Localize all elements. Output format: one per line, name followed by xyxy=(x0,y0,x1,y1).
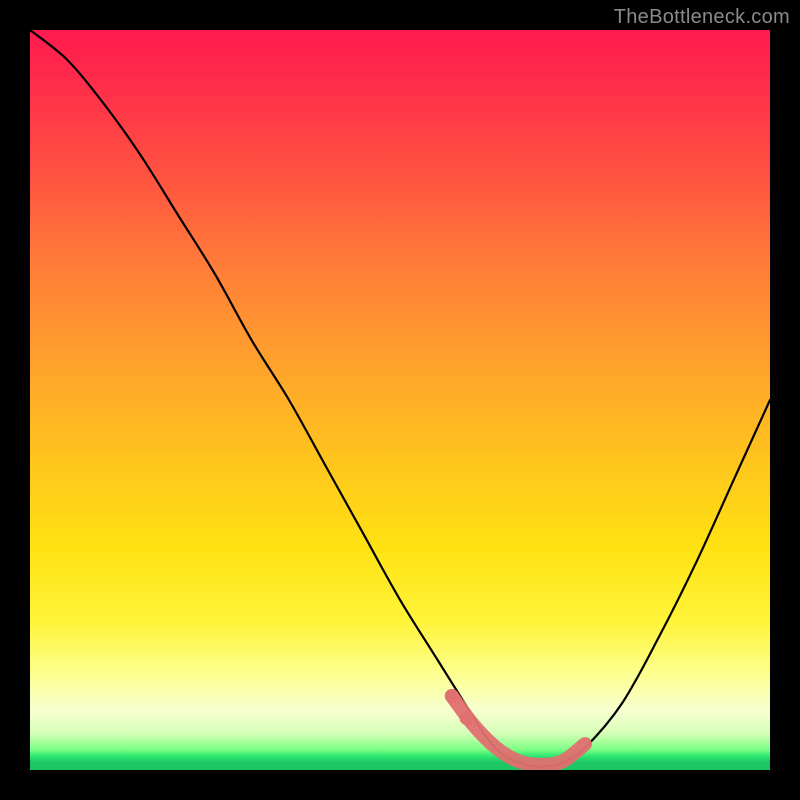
marker-dot xyxy=(460,711,474,725)
chart-frame: TheBottleneck.com xyxy=(0,0,800,800)
chart-svg xyxy=(30,30,770,770)
plot-area xyxy=(30,30,770,770)
watermark-text: TheBottleneck.com xyxy=(614,6,790,29)
marker-dot xyxy=(445,689,459,703)
optimal-zone-marker xyxy=(452,696,585,765)
bottleneck-curve xyxy=(30,30,770,767)
